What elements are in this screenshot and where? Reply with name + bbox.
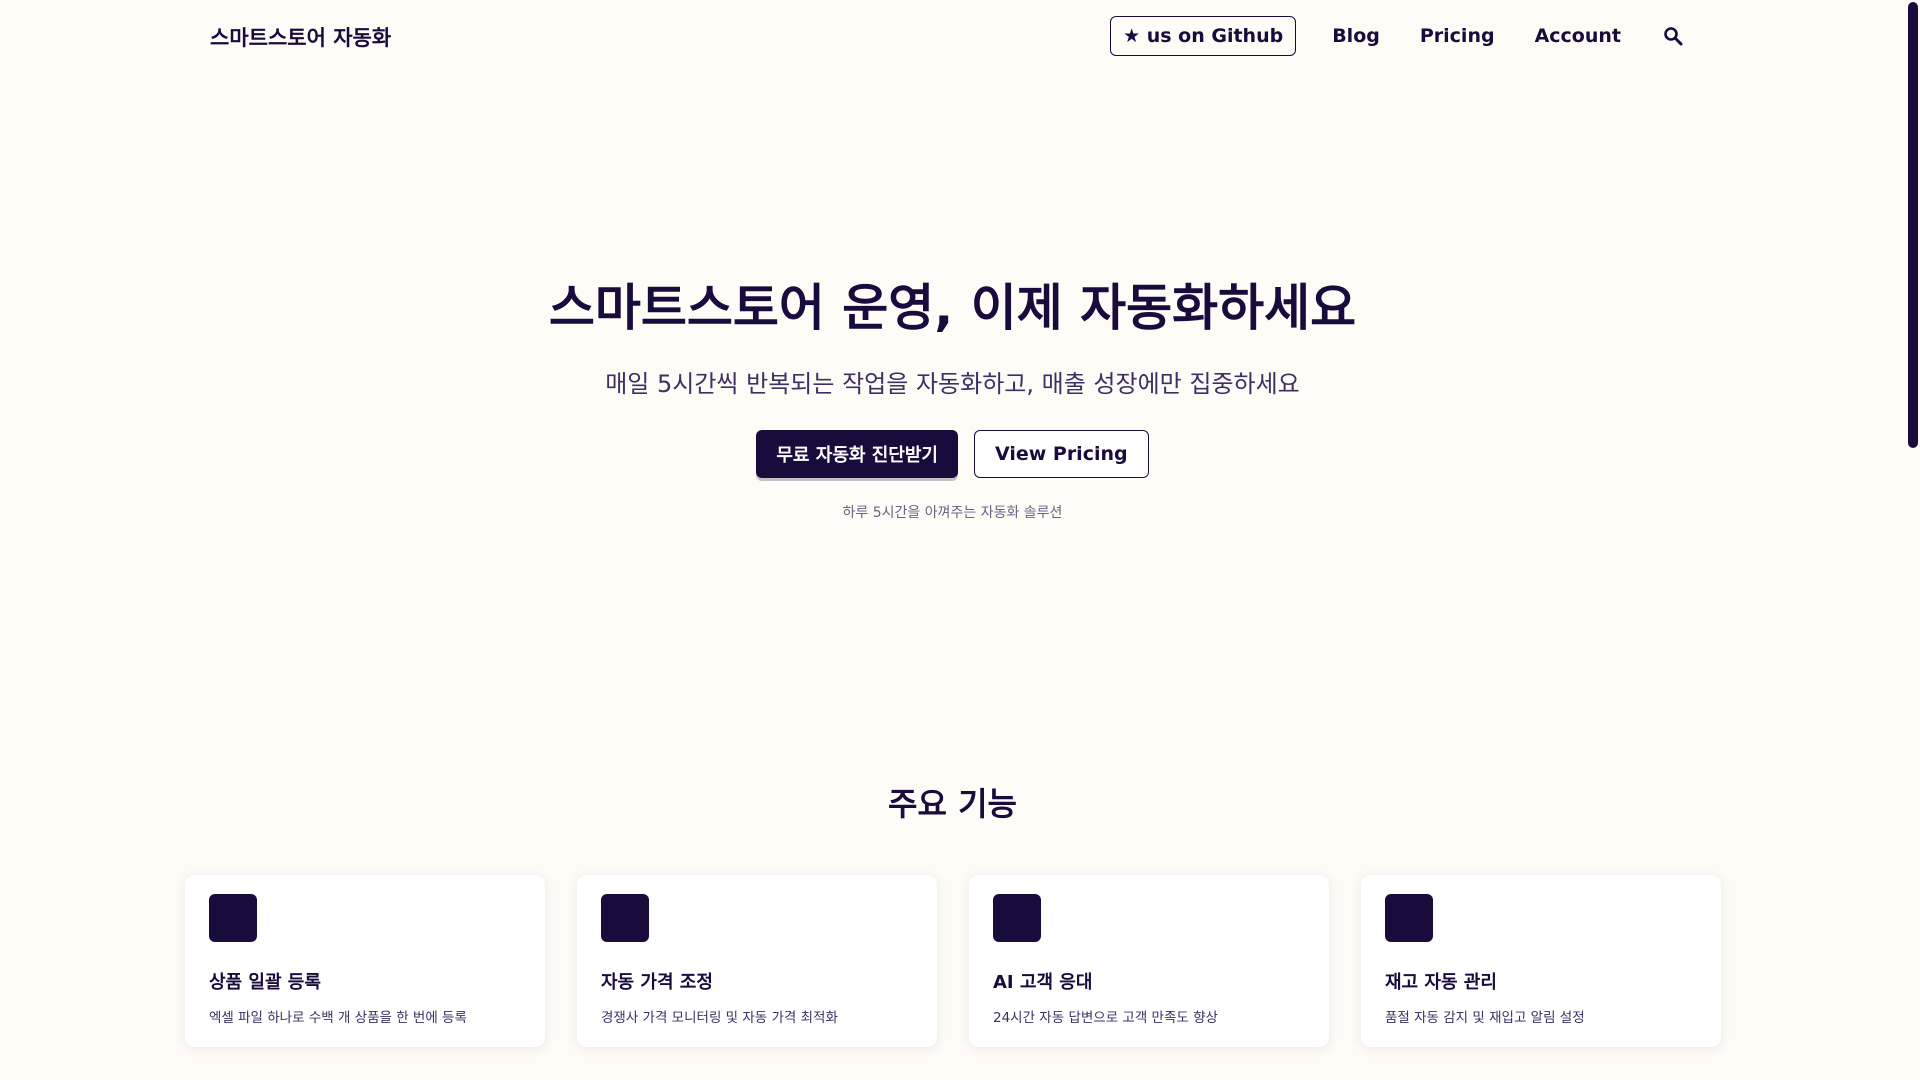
feature-card-title: 재고 자동 관리 bbox=[1385, 972, 1497, 993]
hero-section: 스마트스토어 운영, 이제 자동화하세요 매일 5시간씩 반복되는 작업을 자동… bbox=[0, 270, 1905, 522]
scrollbar-thumb[interactable] bbox=[1908, 2, 1918, 448]
search-icon bbox=[1664, 27, 1683, 46]
feature-card-ai-support: AI 고객 응대 24시간 자동 답변으로 고객 만족도 향상 bbox=[969, 875, 1329, 1047]
hero-note: 하루 5시간을 아껴주는 자동화 솔루션 bbox=[842, 505, 1063, 521]
feature-card-auto-pricing: 자동 가격 조정 경쟁사 가격 모니터링 및 자동 가격 최적화 bbox=[577, 875, 937, 1047]
hero-title: 스마트스토어 운영, 이제 자동화하세요 bbox=[548, 279, 1357, 337]
feature-icon bbox=[601, 894, 649, 942]
feature-card-inventory: 재고 자동 관리 품절 자동 감지 및 재입고 알림 설정 bbox=[1361, 875, 1721, 1047]
feature-card-title: 상품 일괄 등록 bbox=[209, 972, 321, 993]
feature-icon bbox=[209, 894, 257, 942]
feature-card-bulk-upload: 상품 일괄 등록 엑셀 파일 하나로 수백 개 상품을 한 번에 등록 bbox=[185, 875, 545, 1047]
page-scrollbar[interactable] bbox=[1905, 0, 1920, 1080]
main-nav: ★ us on Github Blog Pricing Account bbox=[1110, 16, 1685, 56]
nav-link-account[interactable]: Account bbox=[1535, 25, 1621, 47]
page: 스마트스토어 자동화 ★ us on Github Blog Pricing A… bbox=[0, 0, 1920, 1080]
site-header: 스마트스토어 자동화 ★ us on Github Blog Pricing A… bbox=[0, 0, 1905, 72]
feature-card-title: 자동 가격 조정 bbox=[601, 972, 713, 993]
brand-logo-text[interactable]: 스마트스토어 자동화 bbox=[210, 22, 391, 52]
feature-card-desc: 품절 자동 감지 및 재입고 알림 설정 bbox=[1385, 1010, 1585, 1026]
search-button[interactable] bbox=[1661, 24, 1685, 48]
nav-link-blog[interactable]: Blog bbox=[1332, 25, 1380, 47]
feature-icon bbox=[1385, 894, 1433, 942]
hero-actions: 무료 자동화 진단받기 View Pricing bbox=[0, 430, 1905, 478]
feature-card-desc: 경쟁사 가격 모니터링 및 자동 가격 최적화 bbox=[601, 1010, 838, 1026]
features-title: 주요 기능 bbox=[888, 785, 1017, 823]
feature-icon bbox=[993, 894, 1041, 942]
github-star-button[interactable]: ★ us on Github bbox=[1110, 16, 1297, 56]
feature-card-desc: 엑셀 파일 하나로 수백 개 상품을 한 번에 등록 bbox=[209, 1010, 467, 1026]
feature-cards: 상품 일괄 등록 엑셀 파일 하나로 수백 개 상품을 한 번에 등록 자동 가… bbox=[185, 875, 1721, 1047]
hero-subtitle: 매일 5시간씩 반복되는 작업을 자동화하고, 매출 성장에만 집중하세요 bbox=[605, 370, 1300, 398]
free-diagnosis-button[interactable]: 무료 자동화 진단받기 bbox=[756, 430, 958, 478]
feature-card-title: AI 고객 응대 bbox=[993, 972, 1093, 993]
view-pricing-button[interactable]: View Pricing bbox=[973, 430, 1149, 478]
nav-link-pricing[interactable]: Pricing bbox=[1420, 25, 1495, 47]
feature-card-desc: 24시간 자동 답변으로 고객 만족도 향상 bbox=[993, 1010, 1218, 1026]
